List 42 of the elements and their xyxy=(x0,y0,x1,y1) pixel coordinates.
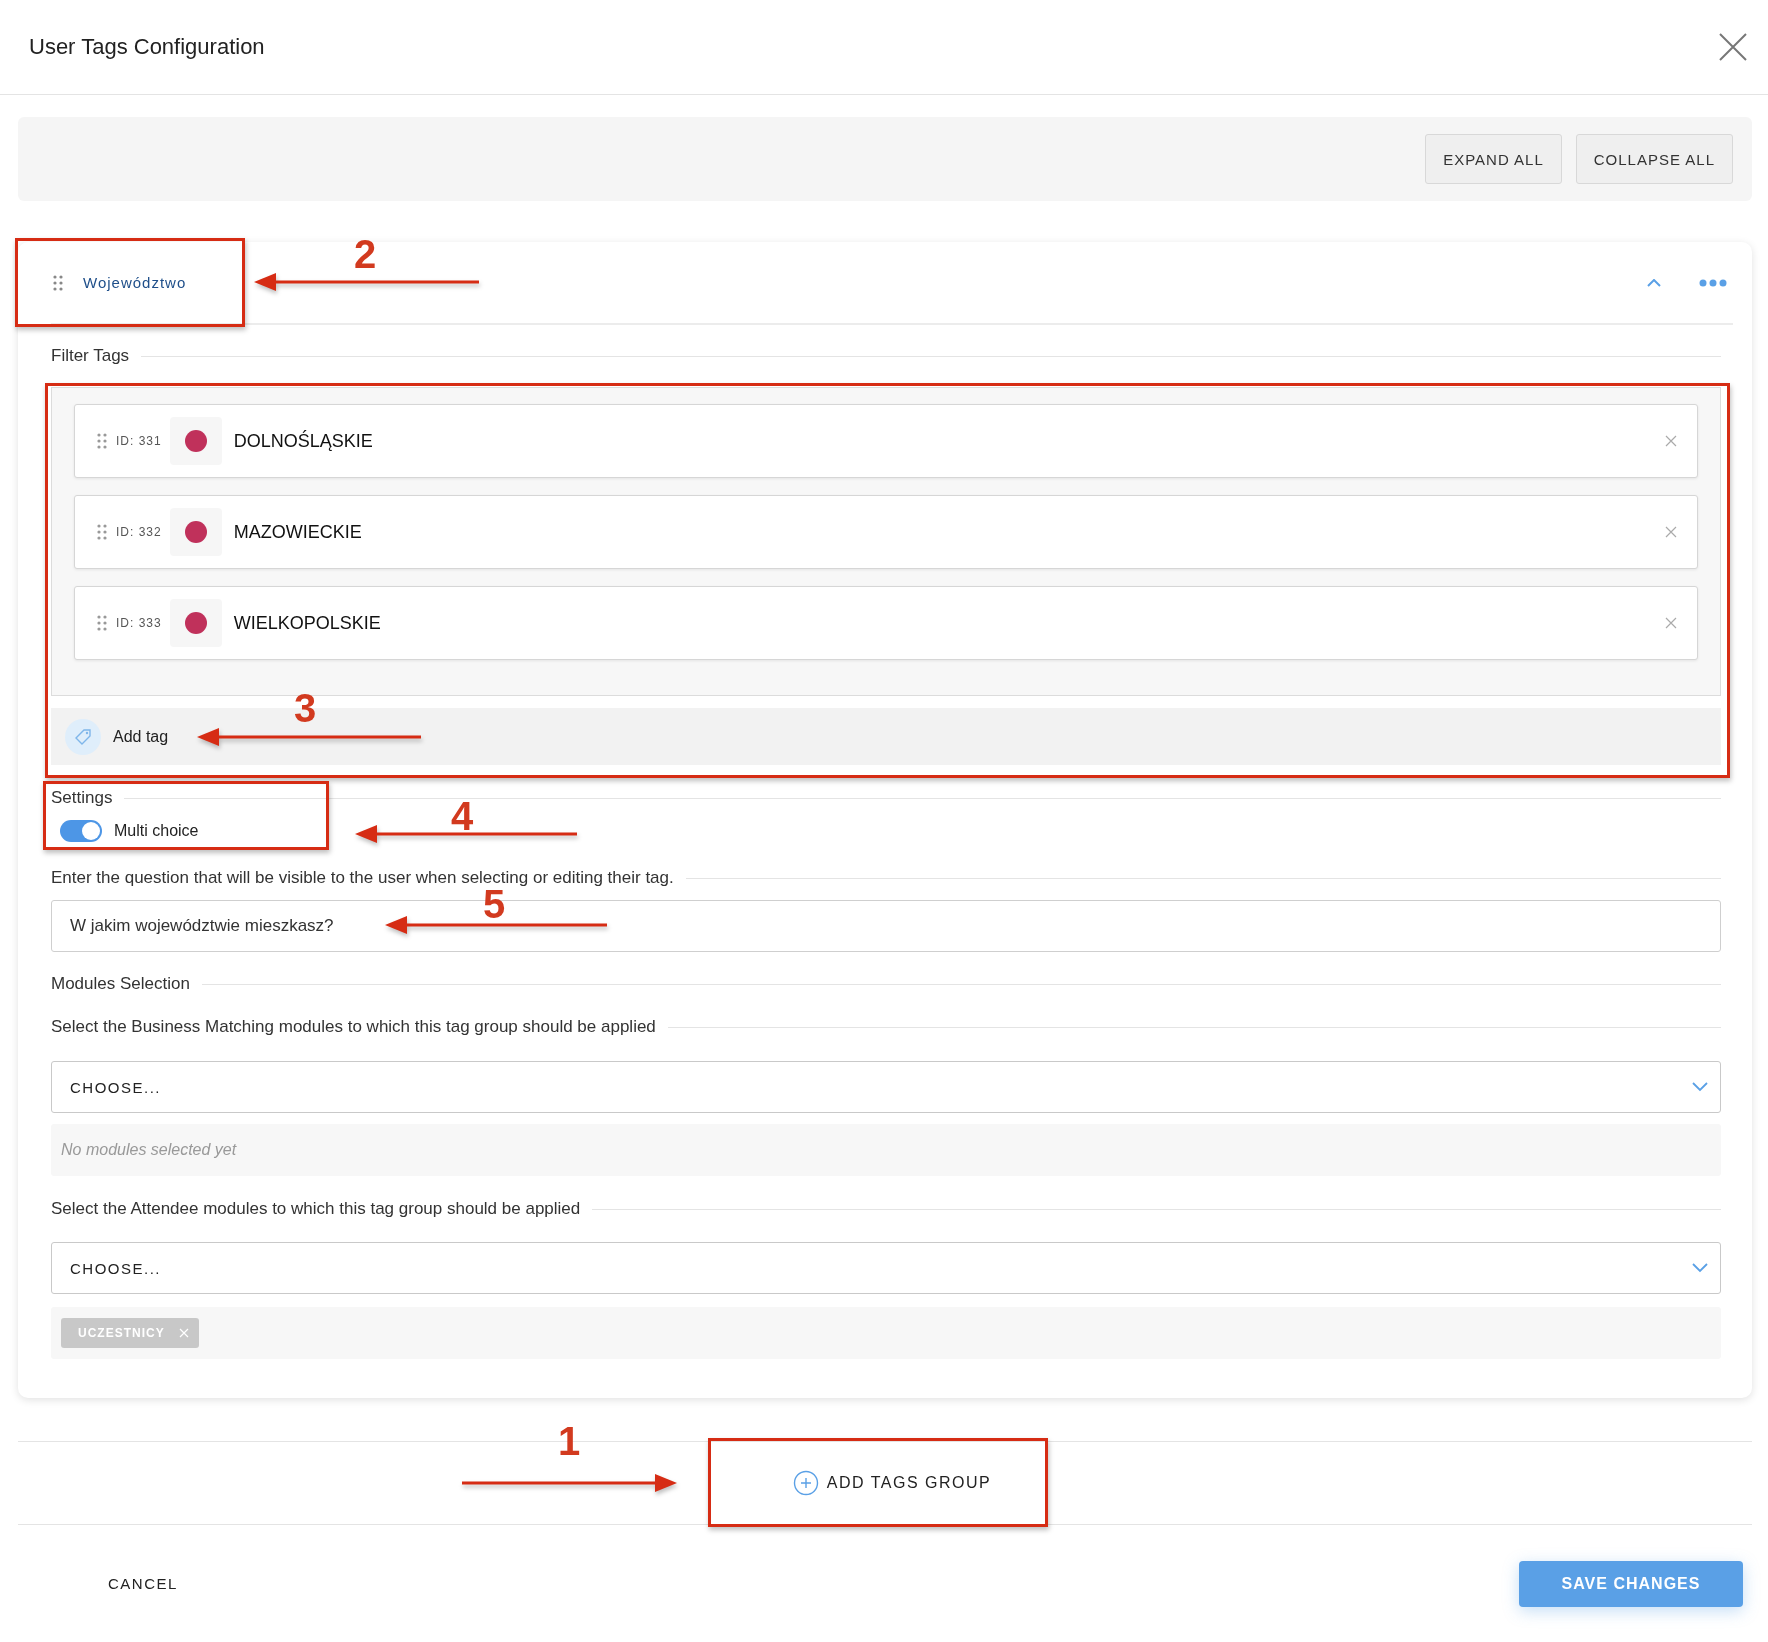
group-name[interactable]: Województwo xyxy=(83,274,187,291)
toolbar-button[interactable]: EXPAND ALL xyxy=(1425,134,1562,184)
field-label: Select the Business Matching modules to which this tag group should be applied xyxy=(51,1017,656,1037)
module-dropdown[interactable]: CHOOSE... xyxy=(51,1242,1721,1294)
remove-icon[interactable] xyxy=(1665,435,1677,447)
color-picker[interactable] xyxy=(169,417,222,465)
more-icon[interactable] xyxy=(1699,278,1727,287)
field-label: Select the Attendee modules to which this tag group should be applied xyxy=(51,1199,581,1219)
remove-icon[interactable] xyxy=(1665,526,1677,538)
toggle-label: Multi choice xyxy=(114,822,199,840)
module-dropdown[interactable]: CHOOSE... xyxy=(51,1061,1721,1113)
section-label: Filter Tags xyxy=(51,346,130,366)
cancel-button[interactable]: CANCEL xyxy=(94,1567,192,1600)
tag-name: MAZOWIECKIE xyxy=(233,521,362,543)
drag-handle-icon[interactable] xyxy=(97,615,107,631)
tag-name: DOLNOŚLĄSKIE xyxy=(233,430,373,452)
add-tags-group-button[interactable]: ADD TAGS GROUP xyxy=(784,1464,1000,1502)
dialog-title: User Tags Configuration xyxy=(29,34,266,60)
tag-id: ID: 332 xyxy=(116,525,162,539)
drag-handle-icon[interactable] xyxy=(97,524,107,540)
tag-id: ID: 333 xyxy=(116,616,162,630)
chevron-down-icon xyxy=(1692,1263,1708,1273)
plus-circle-icon xyxy=(792,1470,819,1496)
remove-icon[interactable] xyxy=(1665,617,1677,629)
chevron-up-icon[interactable] xyxy=(1647,278,1661,287)
tag-name: WIELKOPOLSKIE xyxy=(233,612,381,634)
chevron-down-icon xyxy=(1692,1082,1708,1092)
toolbar-button[interactable]: COLLAPSE ALL xyxy=(1575,134,1733,184)
section-label: Settings xyxy=(51,788,113,808)
drag-handle-icon[interactable] xyxy=(53,274,63,291)
annotation-number: 4 xyxy=(451,793,474,839)
tag-id: ID: 331 xyxy=(116,434,162,448)
close-icon[interactable] xyxy=(1718,32,1748,62)
annotation-number: 2 xyxy=(354,231,377,277)
color-picker[interactable] xyxy=(169,599,222,647)
color-picker[interactable] xyxy=(169,508,222,556)
drag-handle-icon[interactable] xyxy=(97,433,107,449)
annotation-number: 1 xyxy=(558,1418,581,1464)
toggle-switch[interactable] xyxy=(60,820,102,842)
tag-icon xyxy=(65,718,101,755)
empty-message: No modules selected yet xyxy=(61,1141,237,1159)
section-label: Modules Selection xyxy=(51,974,190,994)
